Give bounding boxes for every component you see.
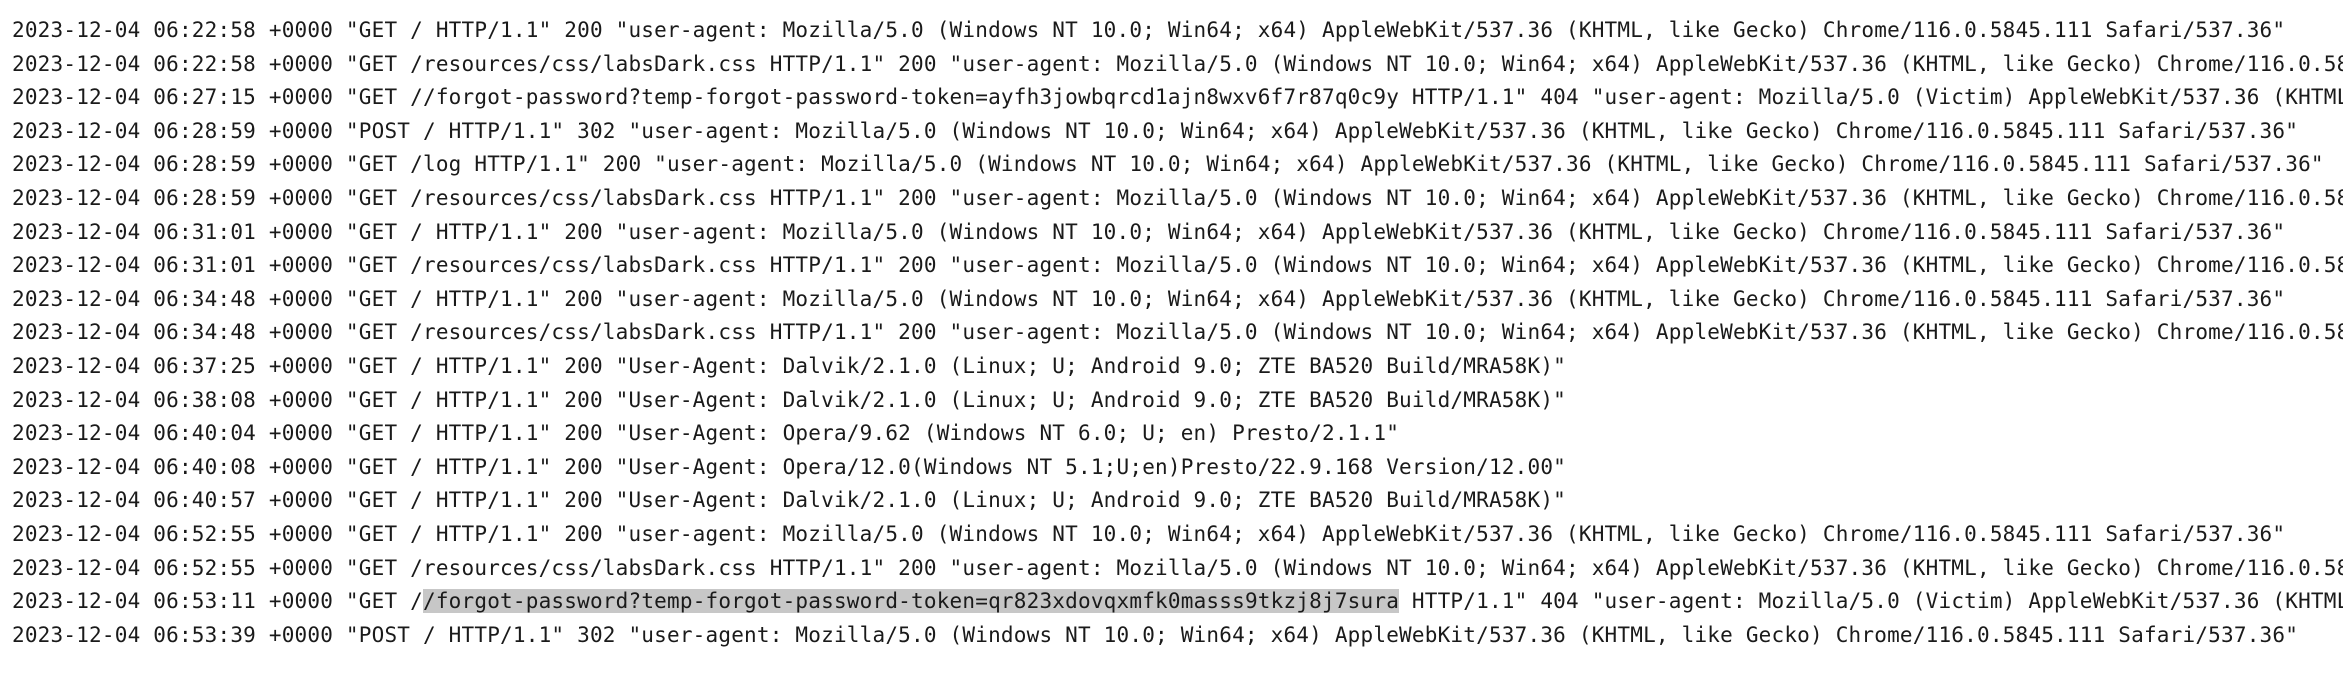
log-line[interactable]: 2023-12-04 06:40:04 +0000 "GET / HTTP/1.… [12,417,2343,451]
access-log-viewer: 2023-12-04 06:22:58 +0000 "GET / HTTP/1.… [0,0,2343,678]
log-line-suffix: HTTP/1.1" 404 "user-agent: Mozilla/5.0 (… [1411,589,2343,614]
log-lines: 2023-12-04 06:22:58 +0000 "GET / HTTP/1.… [12,14,2343,652]
log-line-with-selection[interactable]: 2023-12-04 06:53:11 +0000 "GET //forgot-… [12,585,2343,619]
log-line[interactable]: 2023-12-04 06:38:08 +0000 "GET / HTTP/1.… [12,384,2343,418]
log-line[interactable]: 2023-12-04 06:34:48 +0000 "GET /resource… [12,316,2343,350]
log-line[interactable]: 2023-12-04 06:53:39 +0000 "POST / HTTP/1… [12,619,2343,653]
log-line[interactable]: 2023-12-04 06:22:58 +0000 "GET /resource… [12,48,2343,82]
log-line[interactable]: 2023-12-04 06:52:55 +0000 "GET /resource… [12,552,2343,586]
log-line[interactable]: 2023-12-04 06:27:15 +0000 "GET //forgot-… [12,81,2343,115]
log-line[interactable]: 2023-12-04 06:37:25 +0000 "GET / HTTP/1.… [12,350,2343,384]
log-line[interactable]: 2023-12-04 06:40:08 +0000 "GET / HTTP/1.… [12,451,2343,485]
log-line-prefix: 2023-12-04 06:53:11 +0000 "GET / [12,589,423,614]
log-line[interactable]: 2023-12-04 06:40:57 +0000 "GET / HTTP/1.… [12,484,2343,518]
log-line[interactable]: 2023-12-04 06:22:58 +0000 "GET / HTTP/1.… [12,14,2343,48]
log-line[interactable]: 2023-12-04 06:34:48 +0000 "GET / HTTP/1.… [12,283,2343,317]
log-line[interactable]: 2023-12-04 06:28:59 +0000 "GET /resource… [12,182,2343,216]
log-line[interactable]: 2023-12-04 06:31:01 +0000 "GET /resource… [12,249,2343,283]
log-line[interactable]: 2023-12-04 06:52:55 +0000 "GET / HTTP/1.… [12,518,2343,552]
log-line[interactable]: 2023-12-04 06:28:59 +0000 "GET /log HTTP… [12,148,2343,182]
log-line[interactable]: 2023-12-04 06:31:01 +0000 "GET / HTTP/1.… [12,216,2343,250]
log-line[interactable]: 2023-12-04 06:28:59 +0000 "POST / HTTP/1… [12,115,2343,149]
selected-token-url[interactable]: /forgot-password?temp-forgot-password-to… [422,589,1400,614]
